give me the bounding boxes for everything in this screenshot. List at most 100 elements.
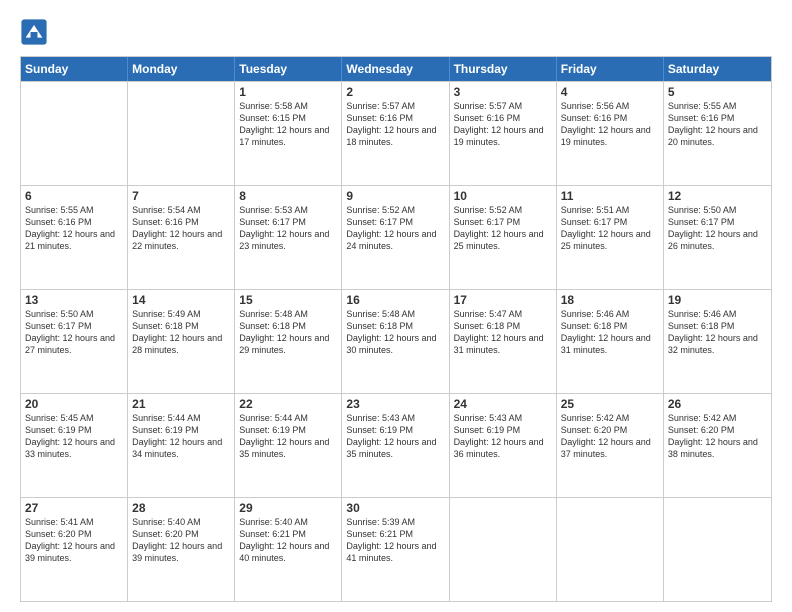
day-number: 28: [132, 501, 230, 515]
cell-info: Sunrise: 5:49 AMSunset: 6:18 PMDaylight:…: [132, 308, 230, 357]
cell-info: Sunrise: 5:57 AMSunset: 6:16 PMDaylight:…: [346, 100, 444, 149]
cell-info: Sunrise: 5:48 AMSunset: 6:18 PMDaylight:…: [239, 308, 337, 357]
cell-info: Sunrise: 5:52 AMSunset: 6:17 PMDaylight:…: [454, 204, 552, 253]
cell-info: Sunrise: 5:44 AMSunset: 6:19 PMDaylight:…: [239, 412, 337, 461]
calendar-row: 27Sunrise: 5:41 AMSunset: 6:20 PMDayligh…: [21, 497, 771, 601]
calendar-cell: 3Sunrise: 5:57 AMSunset: 6:16 PMDaylight…: [450, 82, 557, 185]
cell-info: Sunrise: 5:42 AMSunset: 6:20 PMDaylight:…: [668, 412, 767, 461]
cell-info: Sunrise: 5:40 AMSunset: 6:21 PMDaylight:…: [239, 516, 337, 565]
day-number: 19: [668, 293, 767, 307]
day-number: 11: [561, 189, 659, 203]
calendar-cell: 5Sunrise: 5:55 AMSunset: 6:16 PMDaylight…: [664, 82, 771, 185]
calendar-cell: 18Sunrise: 5:46 AMSunset: 6:18 PMDayligh…: [557, 290, 664, 393]
calendar-cell: 9Sunrise: 5:52 AMSunset: 6:17 PMDaylight…: [342, 186, 449, 289]
cell-info: Sunrise: 5:45 AMSunset: 6:19 PMDaylight:…: [25, 412, 123, 461]
calendar-cell: 27Sunrise: 5:41 AMSunset: 6:20 PMDayligh…: [21, 498, 128, 601]
cell-info: Sunrise: 5:57 AMSunset: 6:16 PMDaylight:…: [454, 100, 552, 149]
calendar-cell: 26Sunrise: 5:42 AMSunset: 6:20 PMDayligh…: [664, 394, 771, 497]
weekday-header: Monday: [128, 57, 235, 81]
calendar-cell: [557, 498, 664, 601]
calendar-cell: 25Sunrise: 5:42 AMSunset: 6:20 PMDayligh…: [557, 394, 664, 497]
day-number: 7: [132, 189, 230, 203]
cell-info: Sunrise: 5:51 AMSunset: 6:17 PMDaylight:…: [561, 204, 659, 253]
calendar-header: SundayMondayTuesdayWednesdayThursdayFrid…: [21, 57, 771, 81]
calendar-cell: 8Sunrise: 5:53 AMSunset: 6:17 PMDaylight…: [235, 186, 342, 289]
day-number: 12: [668, 189, 767, 203]
calendar-row: 6Sunrise: 5:55 AMSunset: 6:16 PMDaylight…: [21, 185, 771, 289]
cell-info: Sunrise: 5:48 AMSunset: 6:18 PMDaylight:…: [346, 308, 444, 357]
calendar-cell: 2Sunrise: 5:57 AMSunset: 6:16 PMDaylight…: [342, 82, 449, 185]
calendar-body: 1Sunrise: 5:58 AMSunset: 6:15 PMDaylight…: [21, 81, 771, 601]
calendar-cell: 22Sunrise: 5:44 AMSunset: 6:19 PMDayligh…: [235, 394, 342, 497]
calendar-cell: 15Sunrise: 5:48 AMSunset: 6:18 PMDayligh…: [235, 290, 342, 393]
cell-info: Sunrise: 5:50 AMSunset: 6:17 PMDaylight:…: [25, 308, 123, 357]
logo-icon: [20, 18, 48, 46]
cell-info: Sunrise: 5:43 AMSunset: 6:19 PMDaylight:…: [346, 412, 444, 461]
calendar-row: 20Sunrise: 5:45 AMSunset: 6:19 PMDayligh…: [21, 393, 771, 497]
calendar-cell: 11Sunrise: 5:51 AMSunset: 6:17 PMDayligh…: [557, 186, 664, 289]
day-number: 20: [25, 397, 123, 411]
calendar-cell: [128, 82, 235, 185]
calendar-cell: 6Sunrise: 5:55 AMSunset: 6:16 PMDaylight…: [21, 186, 128, 289]
day-number: 30: [346, 501, 444, 515]
cell-info: Sunrise: 5:43 AMSunset: 6:19 PMDaylight:…: [454, 412, 552, 461]
calendar-cell: 4Sunrise: 5:56 AMSunset: 6:16 PMDaylight…: [557, 82, 664, 185]
page: SundayMondayTuesdayWednesdayThursdayFrid…: [0, 0, 792, 612]
header: [20, 18, 772, 46]
day-number: 27: [25, 501, 123, 515]
cell-info: Sunrise: 5:53 AMSunset: 6:17 PMDaylight:…: [239, 204, 337, 253]
logo: [20, 18, 52, 46]
calendar-cell: 28Sunrise: 5:40 AMSunset: 6:20 PMDayligh…: [128, 498, 235, 601]
day-number: 13: [25, 293, 123, 307]
cell-info: Sunrise: 5:54 AMSunset: 6:16 PMDaylight:…: [132, 204, 230, 253]
day-number: 5: [668, 85, 767, 99]
day-number: 2: [346, 85, 444, 99]
weekday-header: Friday: [557, 57, 664, 81]
calendar-row: 13Sunrise: 5:50 AMSunset: 6:17 PMDayligh…: [21, 289, 771, 393]
day-number: 23: [346, 397, 444, 411]
day-number: 10: [454, 189, 552, 203]
calendar-cell: 14Sunrise: 5:49 AMSunset: 6:18 PMDayligh…: [128, 290, 235, 393]
calendar-cell: 17Sunrise: 5:47 AMSunset: 6:18 PMDayligh…: [450, 290, 557, 393]
cell-info: Sunrise: 5:55 AMSunset: 6:16 PMDaylight:…: [668, 100, 767, 149]
weekday-header: Saturday: [664, 57, 771, 81]
calendar-cell: 30Sunrise: 5:39 AMSunset: 6:21 PMDayligh…: [342, 498, 449, 601]
day-number: 22: [239, 397, 337, 411]
cell-info: Sunrise: 5:55 AMSunset: 6:16 PMDaylight:…: [25, 204, 123, 253]
cell-info: Sunrise: 5:56 AMSunset: 6:16 PMDaylight:…: [561, 100, 659, 149]
weekday-header: Sunday: [21, 57, 128, 81]
calendar-cell: 19Sunrise: 5:46 AMSunset: 6:18 PMDayligh…: [664, 290, 771, 393]
day-number: 24: [454, 397, 552, 411]
day-number: 15: [239, 293, 337, 307]
weekday-header: Wednesday: [342, 57, 449, 81]
day-number: 29: [239, 501, 337, 515]
day-number: 25: [561, 397, 659, 411]
calendar-cell: 21Sunrise: 5:44 AMSunset: 6:19 PMDayligh…: [128, 394, 235, 497]
day-number: 21: [132, 397, 230, 411]
calendar-cell: 1Sunrise: 5:58 AMSunset: 6:15 PMDaylight…: [235, 82, 342, 185]
cell-info: Sunrise: 5:41 AMSunset: 6:20 PMDaylight:…: [25, 516, 123, 565]
day-number: 16: [346, 293, 444, 307]
cell-info: Sunrise: 5:39 AMSunset: 6:21 PMDaylight:…: [346, 516, 444, 565]
calendar-cell: 13Sunrise: 5:50 AMSunset: 6:17 PMDayligh…: [21, 290, 128, 393]
cell-info: Sunrise: 5:52 AMSunset: 6:17 PMDaylight:…: [346, 204, 444, 253]
cell-info: Sunrise: 5:47 AMSunset: 6:18 PMDaylight:…: [454, 308, 552, 357]
day-number: 4: [561, 85, 659, 99]
cell-info: Sunrise: 5:46 AMSunset: 6:18 PMDaylight:…: [561, 308, 659, 357]
day-number: 1: [239, 85, 337, 99]
calendar-cell: 24Sunrise: 5:43 AMSunset: 6:19 PMDayligh…: [450, 394, 557, 497]
calendar-cell: [450, 498, 557, 601]
calendar-cell: 29Sunrise: 5:40 AMSunset: 6:21 PMDayligh…: [235, 498, 342, 601]
cell-info: Sunrise: 5:44 AMSunset: 6:19 PMDaylight:…: [132, 412, 230, 461]
day-number: 17: [454, 293, 552, 307]
day-number: 18: [561, 293, 659, 307]
calendar-cell: [21, 82, 128, 185]
weekday-header: Tuesday: [235, 57, 342, 81]
calendar-cell: 23Sunrise: 5:43 AMSunset: 6:19 PMDayligh…: [342, 394, 449, 497]
day-number: 8: [239, 189, 337, 203]
calendar-cell: 7Sunrise: 5:54 AMSunset: 6:16 PMDaylight…: [128, 186, 235, 289]
weekday-header: Thursday: [450, 57, 557, 81]
day-number: 9: [346, 189, 444, 203]
day-number: 14: [132, 293, 230, 307]
cell-info: Sunrise: 5:46 AMSunset: 6:18 PMDaylight:…: [668, 308, 767, 357]
